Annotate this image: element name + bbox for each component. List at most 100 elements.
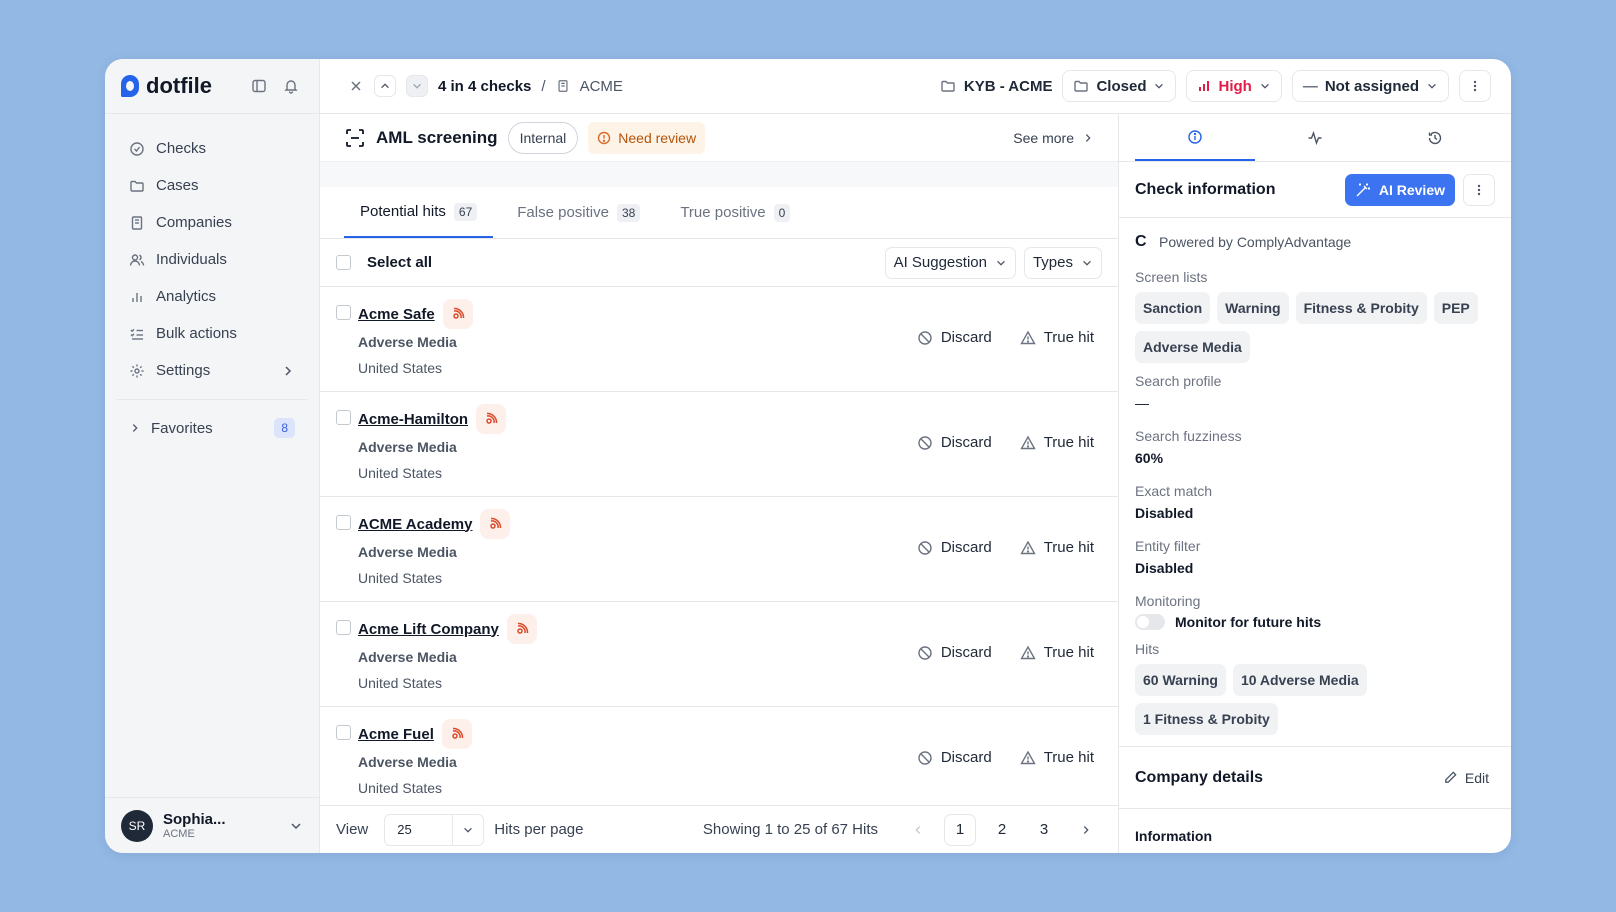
select-all-label[interactable]: Select all <box>367 254 432 271</box>
warning-triangle-icon <box>1020 645 1036 659</box>
monitoring-toggle[interactable] <box>1135 614 1165 630</box>
check-info-body: C Powered by ComplyAdvantage Screen list… <box>1119 218 1511 735</box>
true-hit-button[interactable]: True hit <box>1020 644 1094 661</box>
close-icon[interactable] <box>348 78 364 94</box>
previous-check-button[interactable] <box>374 75 396 97</box>
check-info-header: Check information AI Review <box>1119 162 1511 218</box>
next-page-button[interactable] <box>1070 814 1102 846</box>
sidebar-item-analytics[interactable]: Analytics <box>117 278 307 315</box>
tab-info[interactable] <box>1135 114 1255 161</box>
hit-count-chip: 60 Warning <box>1135 664 1226 696</box>
ai-suggestion-filter[interactable]: AI Suggestion <box>884 246 1016 279</box>
tab-potential-hits[interactable]: Potential hits 67 <box>344 187 494 238</box>
spacer <box>320 162 1118 187</box>
sidebar-item-favorites[interactable]: Favorites 8 <box>117 410 307 446</box>
hit-country: United States <box>358 465 443 481</box>
company-details-section: Company details Edit Information <box>1119 746 1511 853</box>
case-link[interactable]: KYB - ACME <box>940 78 1052 95</box>
filter-label: AI Suggestion <box>893 254 987 271</box>
chevron-down-icon <box>1083 260 1091 266</box>
filter-label: Types <box>1032 254 1073 271</box>
page-button[interactable]: 2 <box>986 814 1018 846</box>
chevron-down-icon[interactable] <box>289 819 303 833</box>
tab-false-positive[interactable]: False positive 38 <box>501 187 656 238</box>
building-icon <box>131 215 143 230</box>
tab-true-positive[interactable]: True positive 0 <box>664 187 806 238</box>
sidebar-item-bulk-actions[interactable]: Bulk actions <box>117 315 307 352</box>
see-more-link[interactable]: See more <box>1013 130 1094 146</box>
hit-checkbox[interactable] <box>336 515 351 530</box>
alert-circle-icon <box>598 131 611 144</box>
pencil-icon <box>1445 771 1457 783</box>
hit-count-chip: 10 Adverse Media <box>1232 664 1367 696</box>
tab-count: 0 <box>773 203 791 222</box>
hit-checkbox[interactable] <box>336 620 351 635</box>
discard-button[interactable]: Discard <box>917 539 992 556</box>
status-dropdown[interactable]: Closed <box>1062 70 1177 102</box>
hit-name[interactable]: Acme Safe <box>358 306 435 323</box>
assignee-dropdown[interactable]: — Not assigned <box>1291 70 1449 102</box>
sidebar-item-individuals[interactable]: Individuals <box>117 241 307 278</box>
scan-icon <box>346 128 364 147</box>
true-hit-label: True hit <box>1043 749 1094 766</box>
sidebar-item-label: Individuals <box>156 251 227 268</box>
hits-panel: AML screening Internal Need review See m… <box>320 114 1119 853</box>
hit-checkbox[interactable] <box>336 410 351 425</box>
more-vertical-icon <box>1473 80 1477 92</box>
hit-type: Adverse Media <box>358 649 457 665</box>
edit-label: Edit <box>1464 769 1489 786</box>
hit-name[interactable]: Acme Lift Company <box>358 621 499 638</box>
prev-page-button[interactable] <box>902 814 934 846</box>
sidebar-item-label: Settings <box>156 362 211 379</box>
warning-triangle-icon <box>1020 330 1036 344</box>
risk-dropdown[interactable]: High <box>1186 70 1282 102</box>
logo[interactable]: dotfile <box>121 73 239 99</box>
page-button[interactable]: 1 <box>944 813 976 846</box>
true-hit-label: True hit <box>1043 644 1094 661</box>
per-page-select[interactable]: 25 <box>384 813 485 846</box>
screen-list-chip: Fitness & Probity <box>1295 292 1427 324</box>
sidebar-toggle-icon[interactable] <box>247 74 271 98</box>
more-actions-button[interactable] <box>1459 70 1491 102</box>
ai-review-button[interactable]: AI Review <box>1344 173 1455 206</box>
true-hit-button[interactable]: True hit <box>1020 329 1094 346</box>
hit-name[interactable]: Acme Fuel <box>358 726 434 743</box>
tab-label: Potential hits <box>360 203 446 220</box>
edit-button[interactable]: Edit <box>1443 770 1489 786</box>
discard-button[interactable]: Discard <box>917 329 992 346</box>
sidebar-item-cases[interactable]: Cases <box>117 167 307 204</box>
main-area: 4 in 4 checks / ACME KYB - ACME Closed H… <box>320 59 1511 853</box>
tab-history[interactable] <box>1375 114 1495 161</box>
true-hit-button[interactable]: True hit <box>1020 434 1094 451</box>
hit-name[interactable]: Acme-Hamilton <box>358 411 468 428</box>
screen-list-chip: Warning <box>1217 292 1289 324</box>
hit-name[interactable]: ACME Academy <box>358 516 472 533</box>
discard-button[interactable]: Discard <box>917 749 992 766</box>
discard-button[interactable]: Discard <box>917 644 992 661</box>
tab-activity[interactable] <box>1255 114 1375 161</box>
hits-toolbar: Select all AI Suggestion Types <box>320 239 1118 287</box>
hit-checkbox[interactable] <box>336 305 351 320</box>
panel-more-button[interactable] <box>1463 173 1495 206</box>
info-icon <box>1188 129 1202 144</box>
screen-lists: Sanction Warning Fitness & Probity PEP A… <box>1135 292 1495 363</box>
breadcrumb-entity[interactable]: ACME <box>580 78 623 95</box>
bell-icon[interactable] <box>279 74 303 98</box>
user-menu[interactable]: SR Sophia... ACME <box>105 797 319 853</box>
screen-lists-label: Screen lists <box>1135 269 1208 285</box>
entity-filter-value: Disabled <box>1135 560 1194 576</box>
sidebar-item-settings[interactable]: Settings <box>117 352 307 389</box>
true-hit-label: True hit <box>1043 329 1094 346</box>
page-button[interactable]: 3 <box>1028 814 1060 846</box>
hit-checkbox[interactable] <box>336 725 351 740</box>
panel-title: Check information <box>1135 180 1276 198</box>
sidebar-item-checks[interactable]: Checks <box>117 130 307 167</box>
sidebar-item-companies[interactable]: Companies <box>117 204 307 241</box>
sidebar: dotfile Checks Cases Companies Individua… <box>105 59 320 853</box>
discard-button[interactable]: Discard <box>917 434 992 451</box>
select-all-checkbox[interactable] <box>336 255 351 270</box>
types-filter[interactable]: Types <box>1023 246 1102 279</box>
true-hit-button[interactable]: True hit <box>1020 749 1094 766</box>
true-hit-button[interactable]: True hit <box>1020 539 1094 556</box>
next-check-button[interactable] <box>406 75 428 97</box>
